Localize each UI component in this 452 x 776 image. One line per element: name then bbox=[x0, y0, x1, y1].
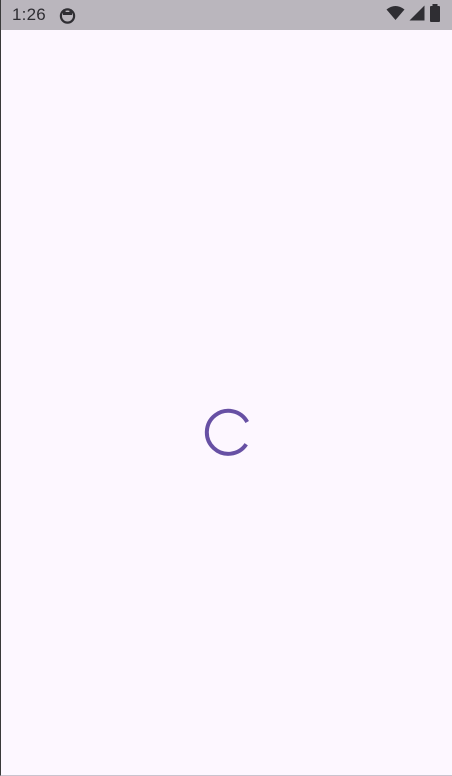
cellular-signal-icon bbox=[409, 5, 425, 26]
wifi-icon bbox=[386, 5, 405, 26]
battery-icon bbox=[429, 3, 441, 27]
status-time: 1:26 bbox=[12, 5, 46, 24]
status-icons bbox=[386, 3, 441, 27]
cat-face-icon bbox=[59, 7, 76, 24]
status-bar: 1:26 bbox=[1, 0, 452, 30]
app-screen: 1:26 bbox=[0, 0, 452, 776]
main-content bbox=[1, 30, 452, 776]
loading-spinner-icon bbox=[204, 408, 249, 456]
